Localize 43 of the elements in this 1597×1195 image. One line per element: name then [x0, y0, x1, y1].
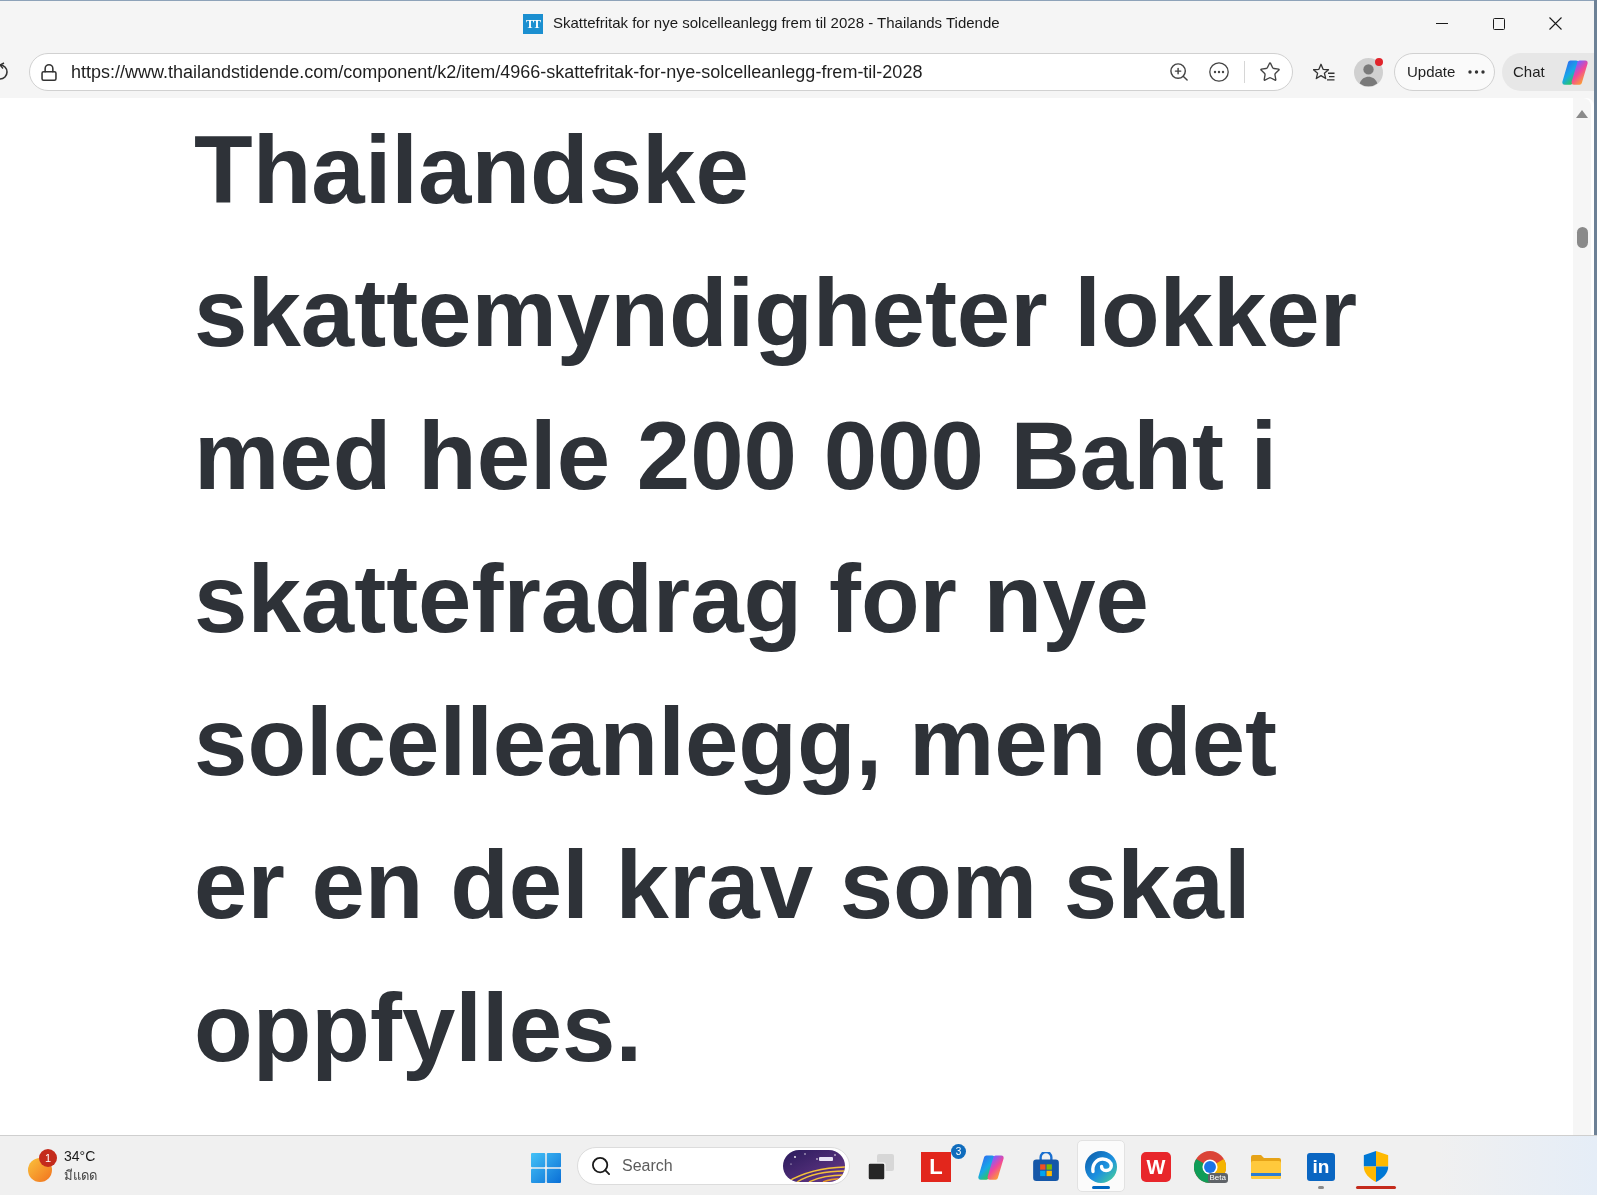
- ribbon-logo-icon[interactable]: [976, 1152, 1006, 1181]
- active-indicator: [1092, 1185, 1110, 1189]
- update-button[interactable]: Update: [1394, 53, 1495, 91]
- star-icon[interactable]: [1260, 62, 1280, 82]
- avatar-icon[interactable]: [1354, 57, 1383, 87]
- maximize-icon[interactable]: [1492, 17, 1505, 30]
- notification-badge: 3: [951, 1143, 966, 1159]
- window-title: Skattefritak for nye solcelleanlegg frem til 2028 - Thailands Tidende: [553, 13, 1000, 34]
- scroll-up-arrow-icon[interactable]: [1576, 110, 1588, 118]
- more-icon[interactable]: [1468, 70, 1485, 74]
- notification-badge: 1: [39, 1148, 57, 1167]
- ring-logo-icon[interactable]: Beta: [1194, 1150, 1228, 1183]
- site-logo: TT: [523, 13, 543, 34]
- search-bar[interactable]: Search: [577, 1146, 850, 1185]
- zoom-in-icon[interactable]: [1170, 63, 1188, 81]
- folder-icon[interactable]: [1250, 1152, 1282, 1181]
- reload-icon[interactable]: [0, 62, 10, 82]
- in-tile-icon[interactable]: in: [1307, 1152, 1335, 1181]
- close-icon[interactable]: [1549, 17, 1562, 30]
- task-view-icon[interactable]: [866, 1151, 896, 1182]
- ellipsis-circle-icon[interactable]: [1209, 62, 1229, 82]
- scrollbar-thumb[interactable]: [1576, 227, 1588, 248]
- windows-logo-icon[interactable]: [531, 1152, 561, 1183]
- minimize-icon[interactable]: [1435, 23, 1448, 24]
- address-bar[interactable]: https://www.thailandstidende.com/component/k2/item/4966-skattefritak-for-nye-solcelleanlegg-frem-til-2028: [29, 53, 1293, 91]
- search-field[interactable]: Search: [622, 1153, 686, 1178]
- lock-icon[interactable]: [41, 63, 57, 81]
- wave-circle-icon[interactable]: [1085, 1150, 1117, 1183]
- taskbar-button[interactable]: [1077, 1139, 1125, 1192]
- shopping-bag-icon[interactable]: [1031, 1151, 1061, 1182]
- star-list-icon[interactable]: [1313, 62, 1335, 82]
- search-icon[interactable]: [592, 1156, 610, 1175]
- ribbon-logo-icon[interactable]: [1560, 58, 1590, 86]
- url-text: https://www.thailandstidende.com/component/k2/item/4966-skattefritak-for-nye-solcelleanlegg-frem-til-2028: [71, 60, 923, 84]
- night-scene-image[interactable]: [783, 1149, 845, 1182]
- article-heading: Thailandske skattemyndigheter lokker med hele 200 000 Baht i skattefradrag for nye solcelleanlegg, men det er en del krav som skal oppfylles.: [194, 115, 1359, 1083]
- weather-condition[interactable]: มีแดด: [64, 1165, 97, 1185]
- scrollbar[interactable]: [1573, 98, 1591, 1135]
- w-tile-icon[interactable]: W: [1141, 1151, 1171, 1182]
- temperature-text[interactable]: 34°C: [64, 1146, 97, 1166]
- l-tile-icon[interactable]: L: [921, 1151, 951, 1182]
- chat-button[interactable]: Chat: [1502, 53, 1594, 91]
- shield-icon[interactable]: [1362, 1151, 1390, 1182]
